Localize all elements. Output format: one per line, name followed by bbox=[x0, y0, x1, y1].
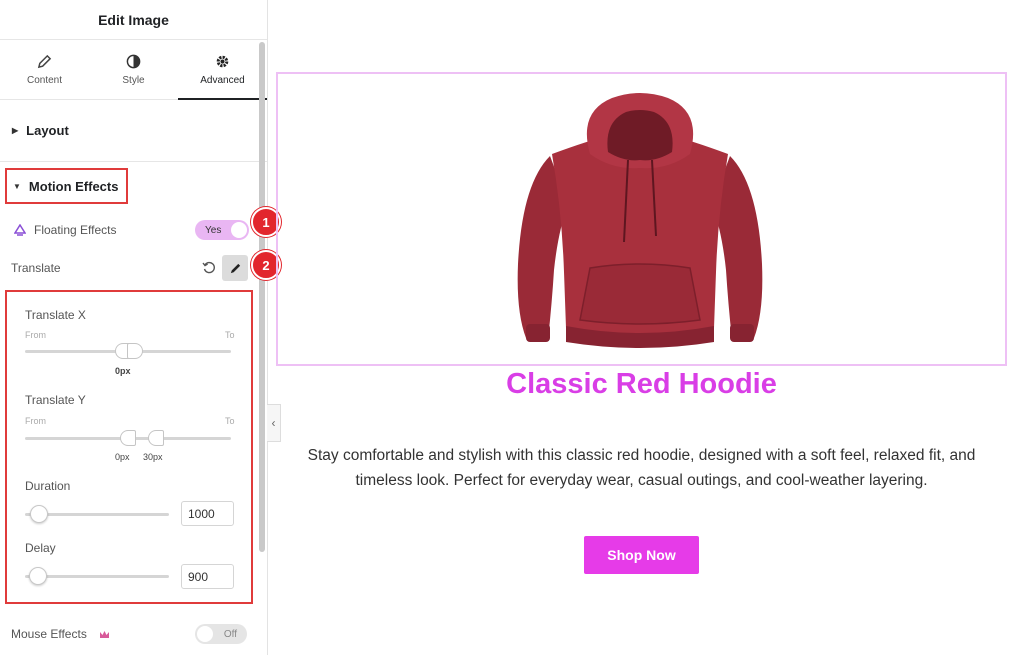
delay-slider-thumb[interactable] bbox=[29, 567, 47, 585]
translate-y-to-label: To bbox=[225, 416, 235, 426]
chevron-left-icon: ‹ bbox=[271, 416, 276, 430]
panel-title: Edit Image bbox=[0, 0, 267, 40]
tab-label: Style bbox=[122, 74, 145, 86]
product-title: Classic Red Hoodie bbox=[506, 368, 777, 400]
section-label: Motion Effects bbox=[28, 178, 119, 194]
product-description: Stay comfortable and stylish with this c… bbox=[307, 447, 976, 489]
floating-effects-label: Floating Effects bbox=[34, 223, 117, 237]
pencil-icon bbox=[230, 263, 240, 273]
translate-popover: Translate X From To 0px Translate Y From… bbox=[5, 290, 253, 604]
section-label: Layout bbox=[26, 123, 69, 138]
translate-x-to-label: To bbox=[225, 330, 235, 340]
caret-down-icon: ▼ bbox=[13, 181, 21, 191]
editor-panel: Edit Image Content Style Advanced ▶ Layo… bbox=[0, 0, 268, 655]
tab-label: Content bbox=[26, 74, 63, 86]
duration-label: Duration bbox=[25, 479, 71, 493]
reset-icon[interactable] bbox=[202, 261, 216, 275]
translate-x-value: 0px bbox=[115, 366, 131, 376]
half-circle-icon bbox=[126, 54, 141, 68]
toggle-label: Off bbox=[223, 628, 237, 640]
hoodie-image bbox=[517, 93, 763, 348]
section-layout[interactable]: ▶ Layout bbox=[0, 100, 267, 162]
collapse-panel-button[interactable]: ‹ bbox=[267, 404, 281, 442]
tab-advanced[interactable]: Advanced bbox=[178, 40, 267, 100]
mouse-effects-toggle[interactable]: Off bbox=[195, 624, 247, 644]
floating-effects-icon bbox=[14, 224, 26, 236]
toggle-knob bbox=[197, 626, 213, 642]
editor-window: Edit Image Content Style Advanced ▶ Layo… bbox=[0, 0, 1024, 655]
tab-content[interactable]: Content bbox=[0, 40, 89, 99]
toggle-label: Yes bbox=[205, 224, 222, 236]
translate-x-from-label: From bbox=[25, 330, 46, 340]
section-motion-effects[interactable]: ▼ Motion Effects bbox=[5, 168, 128, 204]
translate-x-label: Translate X bbox=[25, 308, 86, 322]
translate-y-from-value: 0px bbox=[115, 452, 130, 462]
translate-x-handle-right[interactable] bbox=[127, 343, 143, 359]
duration-slider-thumb[interactable] bbox=[30, 505, 48, 523]
gear-icon bbox=[216, 55, 229, 67]
translate-y-from-label: From bbox=[25, 416, 46, 426]
tab-bar: Content Style Advanced bbox=[0, 40, 267, 100]
panel-scrollbar[interactable] bbox=[259, 42, 265, 552]
shop-now-button[interactable]: Shop Now bbox=[584, 536, 699, 574]
floating-effects-toggle[interactable]: Yes bbox=[195, 220, 249, 240]
translate-y-handle-from[interactable] bbox=[120, 430, 136, 446]
translate-row: Translate bbox=[0, 256, 258, 280]
toggle-knob bbox=[231, 222, 247, 238]
pencil-icon bbox=[37, 54, 52, 68]
mouse-effects-label: Mouse Effects bbox=[11, 627, 87, 641]
tab-style[interactable]: Style bbox=[89, 40, 178, 99]
delay-input[interactable]: 900 bbox=[181, 564, 234, 589]
edit-translate-button[interactable] bbox=[222, 255, 248, 281]
caret-right-icon: ▶ bbox=[12, 126, 19, 135]
translate-y-to-value: 30px bbox=[143, 452, 163, 462]
translate-y-handle-to[interactable] bbox=[148, 430, 164, 446]
crown-icon bbox=[99, 630, 109, 638]
translate-y-label: Translate Y bbox=[25, 393, 86, 407]
duration-input[interactable]: 1000 bbox=[181, 501, 234, 526]
tab-label: Advanced bbox=[200, 74, 245, 86]
delay-label: Delay bbox=[25, 541, 56, 555]
translate-label: Translate bbox=[11, 261, 61, 275]
